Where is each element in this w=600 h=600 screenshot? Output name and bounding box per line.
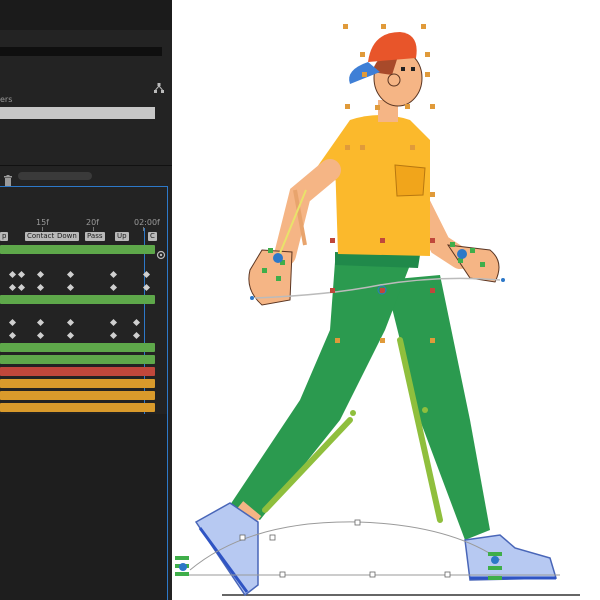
keyframe[interactable] [8, 270, 17, 279]
layer-track-bar[interactable] [0, 355, 155, 364]
layer-track-bar[interactable] [0, 379, 155, 388]
keyframe[interactable] [132, 318, 141, 327]
composition-canvas[interactable] [172, 0, 600, 600]
network-icon[interactable] [154, 78, 164, 93]
keyframe[interactable] [66, 283, 75, 292]
keyframe[interactable] [109, 318, 118, 327]
layer-track-bar[interactable] [0, 403, 155, 412]
layer-track-bar[interactable] [0, 367, 155, 376]
marker-pass[interactable]: Pass [85, 232, 105, 241]
keyframe[interactable] [109, 270, 118, 279]
layer-track-bar[interactable] [0, 295, 155, 304]
divider [0, 165, 172, 166]
timeline-empty-area [0, 414, 167, 600]
keyframe[interactable] [8, 283, 17, 292]
marker-down[interactable]: Down [55, 232, 79, 241]
keyframe[interactable] [8, 318, 17, 327]
ruler-label-20f: 20f [86, 218, 99, 227]
panel-highlight-border [0, 186, 168, 187]
ruler-label-15f: 15f [36, 218, 49, 227]
timeline-panel: ers 15f 20f 02:00f p Contact Down Pass U… [0, 0, 172, 600]
shy-icon[interactable] [156, 245, 166, 260]
top-strip [0, 0, 172, 30]
keyframe[interactable] [109, 331, 118, 340]
layer-track-bar[interactable] [0, 391, 155, 400]
keyframe[interactable] [17, 283, 26, 292]
panel-highlight-border-right [167, 186, 168, 600]
keyframe[interactable] [36, 283, 45, 292]
keyframe[interactable] [36, 318, 45, 327]
ruler-label-02-00f: 02:00f [134, 218, 160, 227]
marker-p[interactable]: p [0, 232, 9, 241]
keyframe[interactable] [36, 270, 45, 279]
keyframe[interactable] [66, 270, 75, 279]
layer-name-field[interactable] [0, 107, 155, 119]
keyframe[interactable] [66, 318, 75, 327]
layer-track-bar[interactable] [0, 343, 155, 352]
layers-label: ers [0, 95, 13, 104]
layer-track-bar[interactable] [0, 245, 155, 254]
marker-contact[interactable]: Contact [25, 232, 57, 241]
marker-up[interactable]: Up [115, 232, 129, 241]
keyframe[interactable] [132, 331, 141, 340]
horizontal-scrollbar[interactable] [0, 47, 162, 56]
trash-icon[interactable] [3, 171, 13, 186]
keyframe[interactable] [66, 331, 75, 340]
keyframe[interactable] [17, 270, 26, 279]
keyframe[interactable] [109, 283, 118, 292]
keyframe[interactable] [36, 331, 45, 340]
keyframe[interactable] [8, 331, 17, 340]
walking-character [175, 24, 580, 597]
marker-c[interactable]: C [148, 232, 157, 241]
zoom-slider[interactable] [18, 172, 92, 180]
